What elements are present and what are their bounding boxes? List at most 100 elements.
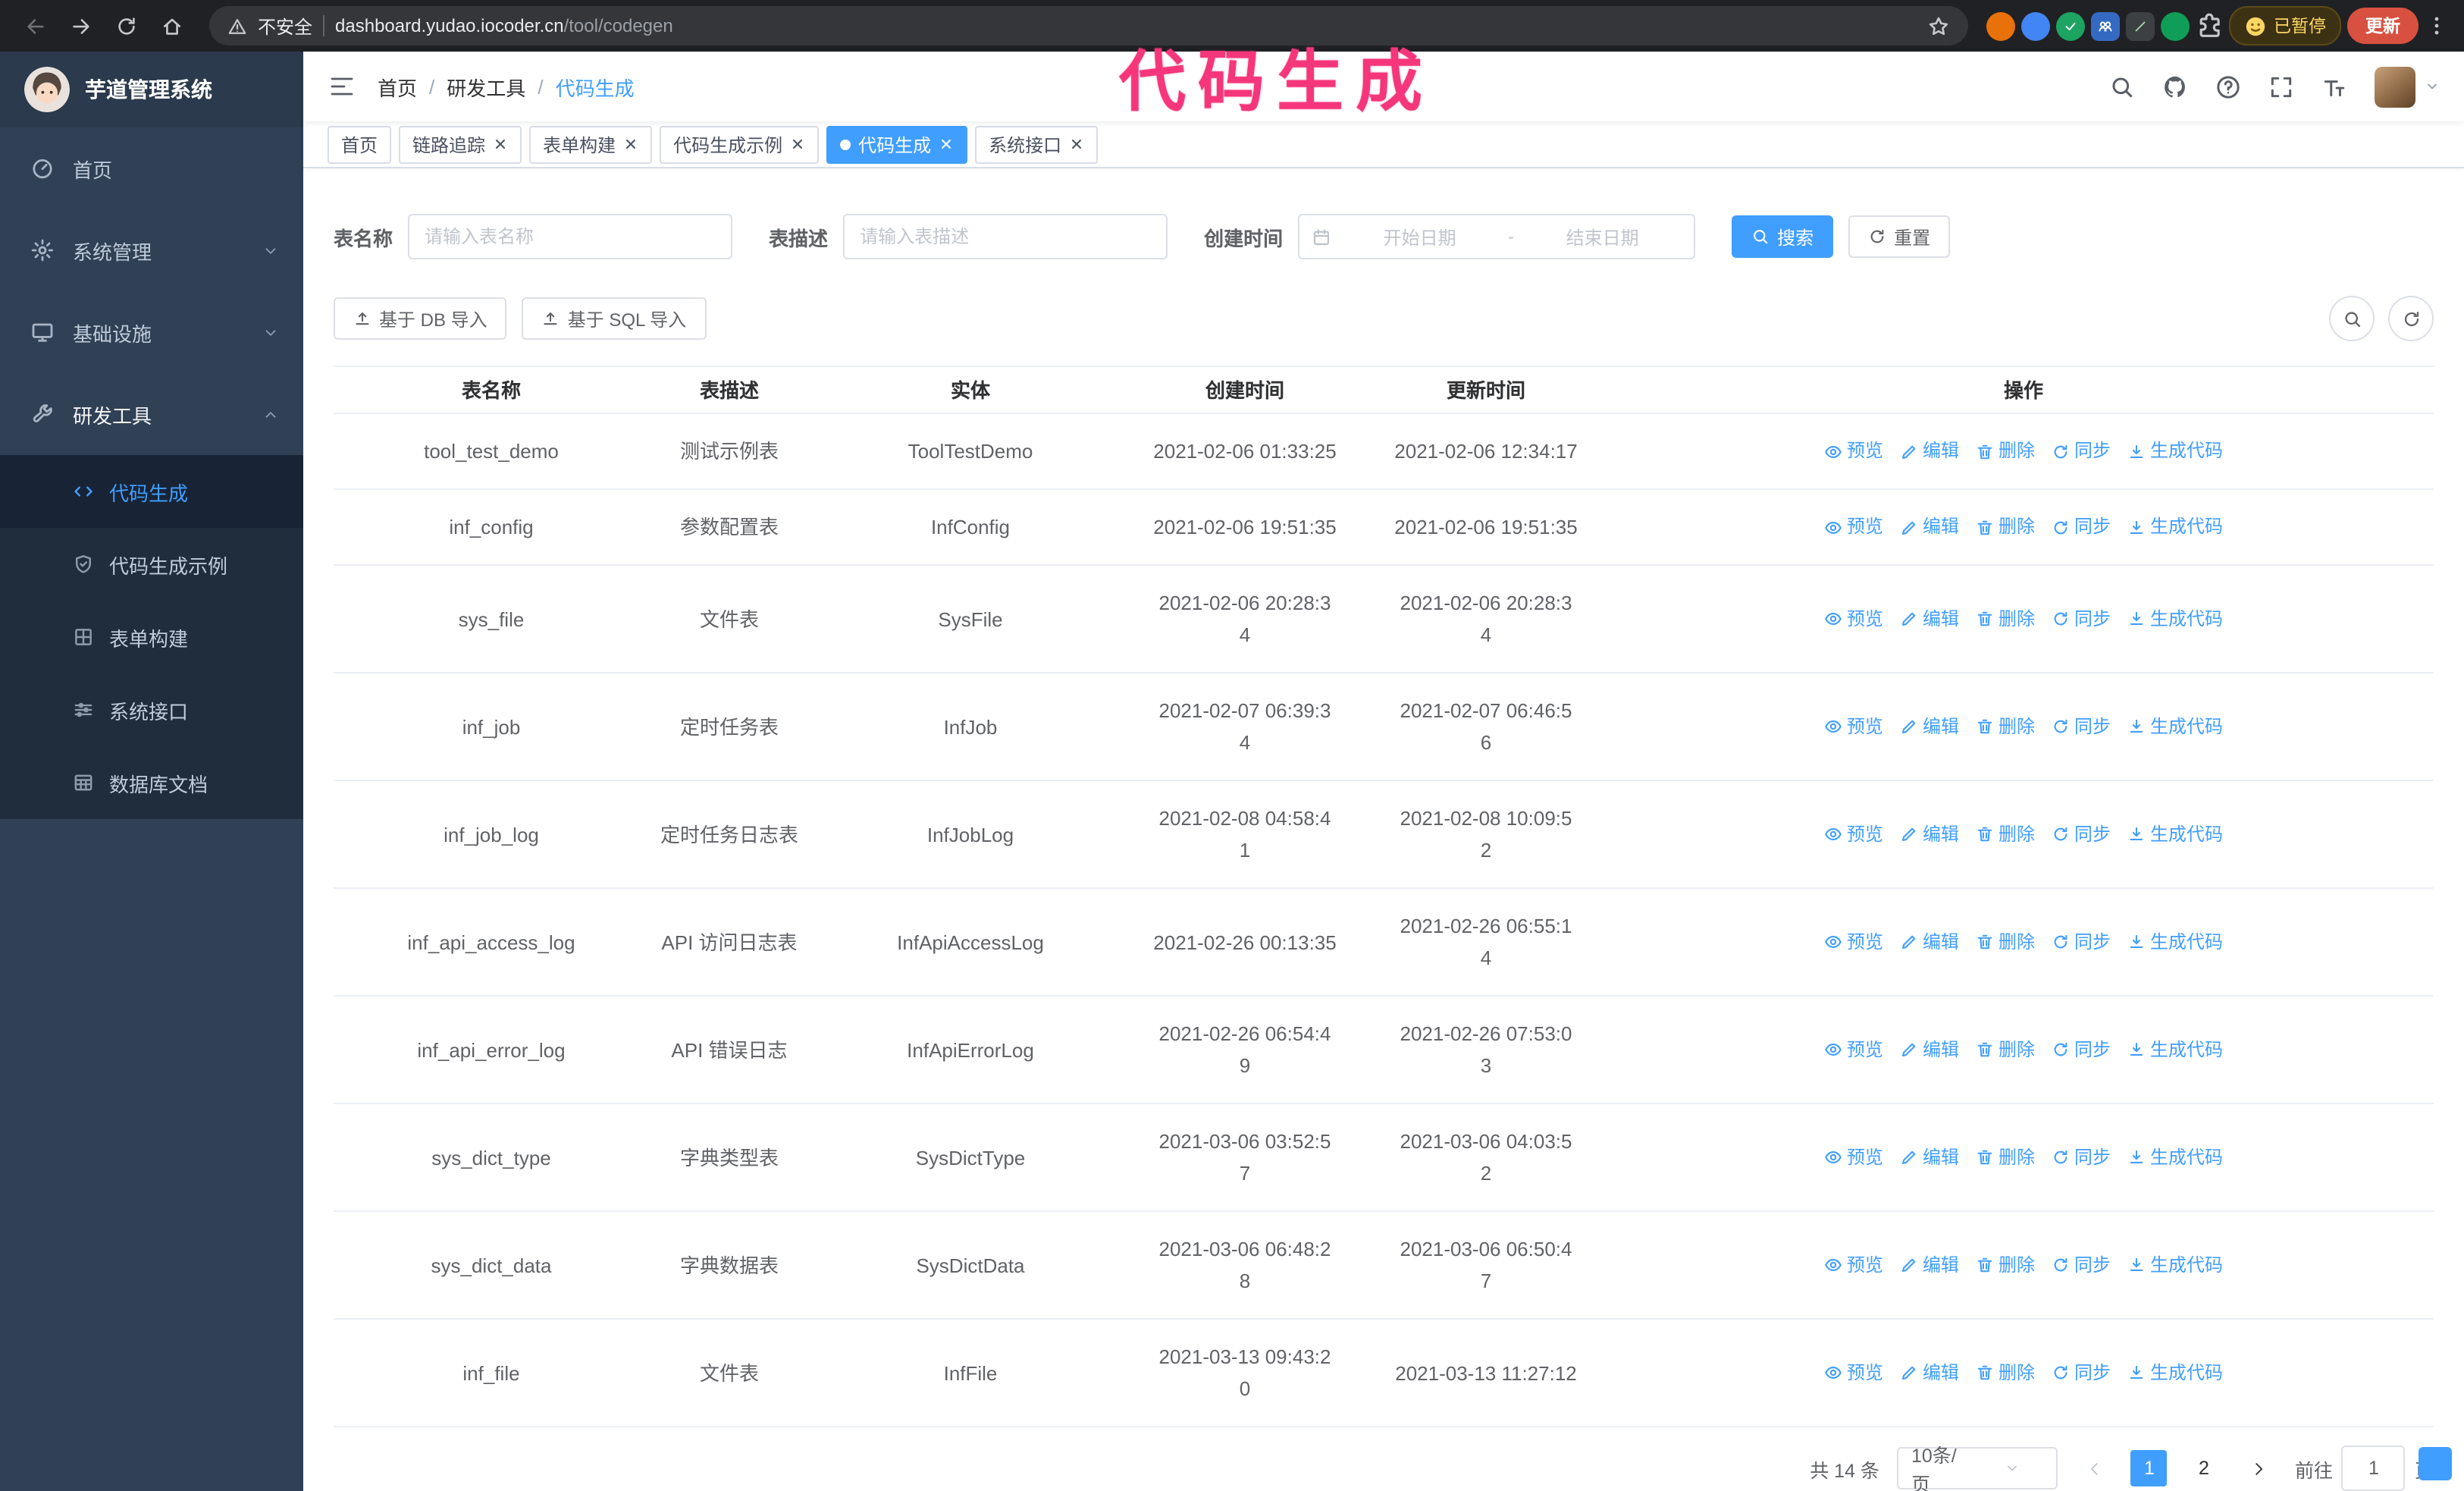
- close-icon[interactable]: [493, 137, 508, 152]
- table-desc-input[interactable]: [843, 214, 1168, 259]
- edit-link[interactable]: 编辑: [1900, 1249, 1959, 1281]
- date-range-picker[interactable]: 开始日期 - 结束日期: [1298, 214, 1696, 259]
- address-bar[interactable]: 不安全 dashboard.yudao.iocoder.cn/tool/code…: [209, 6, 1967, 46]
- extension-blue-icon[interactable]: [2020, 11, 2049, 40]
- refresh-table-button[interactable]: [2388, 296, 2434, 341]
- edit-link[interactable]: 编辑: [1900, 1141, 1959, 1173]
- generate-code-link[interactable]: 生成代码: [2127, 435, 2223, 467]
- extension-people-icon[interactable]: [2090, 11, 2119, 40]
- edit-link[interactable]: 编辑: [1900, 711, 1959, 742]
- goto-page-input[interactable]: [2341, 1445, 2406, 1491]
- table-name-input[interactable]: [408, 214, 733, 259]
- tab-codegen[interactable]: 代码生成: [826, 125, 968, 164]
- tab-system-api[interactable]: 系统接口: [975, 125, 1099, 164]
- sync-link[interactable]: 同步: [2052, 603, 2111, 635]
- sidebar-item-codegen-example[interactable]: 代码生成示例: [0, 528, 303, 601]
- page-size-select[interactable]: 10条/页: [1897, 1445, 2058, 1491]
- sidebar-item-devtools[interactable]: 研发工具: [0, 373, 303, 455]
- sync-link[interactable]: 同步: [2052, 1357, 2111, 1389]
- generate-code-link[interactable]: 生成代码: [2127, 926, 2223, 958]
- toggle-search-button[interactable]: [2329, 296, 2375, 341]
- preview-link[interactable]: 预览: [1824, 711, 1883, 742]
- update-button[interactable]: 更新: [2347, 8, 2419, 44]
- generate-code-link[interactable]: 生成代码: [2127, 1357, 2223, 1389]
- breadcrumb-devtools[interactable]: 研发工具: [447, 72, 525, 101]
- sidebar-item-form-builder[interactable]: 表单构建: [0, 601, 303, 673]
- delete-link[interactable]: 删除: [1976, 711, 2035, 742]
- delete-link[interactable]: 删除: [1976, 1034, 2035, 1066]
- user-menu[interactable]: [2375, 66, 2440, 108]
- edit-link[interactable]: 编辑: [1900, 926, 1959, 958]
- browser-reload-button[interactable]: [106, 6, 146, 46]
- tab-form-builder[interactable]: 表单构建: [529, 125, 653, 164]
- tab-codegen-example[interactable]: 代码生成示例: [660, 125, 820, 164]
- edit-link[interactable]: 编辑: [1900, 1357, 1959, 1389]
- preview-link[interactable]: 预览: [1824, 603, 1883, 635]
- browser-forward-button[interactable]: [61, 6, 100, 46]
- delete-link[interactable]: 删除: [1976, 818, 2035, 850]
- generate-code-link[interactable]: 生成代码: [2127, 1141, 2223, 1173]
- profile-chip[interactable]: 已暂停: [2228, 6, 2341, 46]
- page-button-2[interactable]: 2: [2186, 1450, 2222, 1486]
- sync-link[interactable]: 同步: [2052, 435, 2111, 467]
- generate-code-link[interactable]: 生成代码: [2127, 1249, 2223, 1281]
- close-icon[interactable]: [790, 137, 805, 152]
- floating-action-button[interactable]: [2419, 1447, 2452, 1480]
- edit-link[interactable]: 编辑: [1900, 818, 1959, 850]
- delete-link[interactable]: 删除: [1976, 1357, 2035, 1389]
- sidebar-item-system-api[interactable]: 系统接口: [0, 673, 303, 746]
- fullscreen-icon[interactable]: [2268, 74, 2294, 99]
- hamburger-icon[interactable]: [328, 74, 356, 99]
- sync-link[interactable]: 同步: [2052, 926, 2111, 958]
- extension-leaf-icon[interactable]: [2160, 11, 2189, 40]
- sidebar-item-system[interactable]: 系统管理: [0, 209, 303, 291]
- breadcrumb-home[interactable]: 首页: [378, 72, 417, 101]
- close-icon[interactable]: [1069, 137, 1084, 152]
- preview-link[interactable]: 预览: [1824, 511, 1883, 543]
- sidebar-item-codegen[interactable]: 代码生成: [0, 455, 303, 528]
- extension-green-v-icon[interactable]: [2055, 11, 2084, 40]
- generate-code-link[interactable]: 生成代码: [2127, 1034, 2223, 1066]
- sync-link[interactable]: 同步: [2052, 818, 2111, 850]
- close-icon[interactable]: [623, 137, 638, 152]
- sync-link[interactable]: 同步: [2052, 1034, 2111, 1066]
- sidebar-item-db-docs[interactable]: 数据库文档: [0, 746, 303, 819]
- import-sql-button[interactable]: 基于 SQL 导入: [522, 297, 707, 340]
- preview-link[interactable]: 预览: [1824, 818, 1883, 850]
- extension-dark-icon[interactable]: [2125, 11, 2154, 40]
- help-icon[interactable]: [2215, 74, 2241, 99]
- github-icon[interactable]: [2162, 74, 2188, 99]
- preview-link[interactable]: 预览: [1824, 435, 1883, 467]
- generate-code-link[interactable]: 生成代码: [2127, 511, 2223, 543]
- sync-link[interactable]: 同步: [2052, 511, 2111, 543]
- search-button[interactable]: 搜索: [1732, 215, 1834, 258]
- generate-code-link[interactable]: 生成代码: [2127, 711, 2223, 742]
- page-button-1[interactable]: 1: [2130, 1450, 2168, 1486]
- sync-link[interactable]: 同步: [2052, 1141, 2111, 1173]
- extensions-puzzle-icon[interactable]: [2195, 12, 2222, 39]
- delete-link[interactable]: 删除: [1976, 511, 2035, 543]
- delete-link[interactable]: 删除: [1976, 435, 2035, 467]
- edit-link[interactable]: 编辑: [1900, 511, 1959, 543]
- delete-link[interactable]: 删除: [1976, 1141, 2035, 1173]
- search-icon[interactable]: [2109, 74, 2135, 99]
- preview-link[interactable]: 预览: [1824, 1034, 1883, 1066]
- preview-link[interactable]: 预览: [1824, 1141, 1883, 1173]
- delete-link[interactable]: 删除: [1976, 603, 2035, 635]
- bookmark-star-icon[interactable]: [1926, 14, 1949, 37]
- reset-button[interactable]: 重置: [1848, 215, 1951, 258]
- preview-link[interactable]: 预览: [1824, 1357, 1883, 1389]
- next-page-button[interactable]: [2240, 1450, 2277, 1486]
- logo[interactable]: 芋道管理系统: [0, 52, 303, 127]
- edit-link[interactable]: 编辑: [1900, 1034, 1959, 1066]
- close-icon[interactable]: [939, 137, 954, 152]
- edit-link[interactable]: 编辑: [1900, 435, 1959, 467]
- tab-home[interactable]: 首页: [328, 125, 392, 164]
- sync-link[interactable]: 同步: [2052, 711, 2111, 742]
- tab-trace[interactable]: 链路追踪: [399, 125, 522, 164]
- sync-link[interactable]: 同步: [2052, 1249, 2111, 1281]
- delete-link[interactable]: 删除: [1976, 926, 2035, 958]
- generate-code-link[interactable]: 生成代码: [2127, 818, 2223, 850]
- sidebar-item-home[interactable]: 首页: [0, 127, 303, 209]
- browser-home-button[interactable]: [152, 6, 191, 46]
